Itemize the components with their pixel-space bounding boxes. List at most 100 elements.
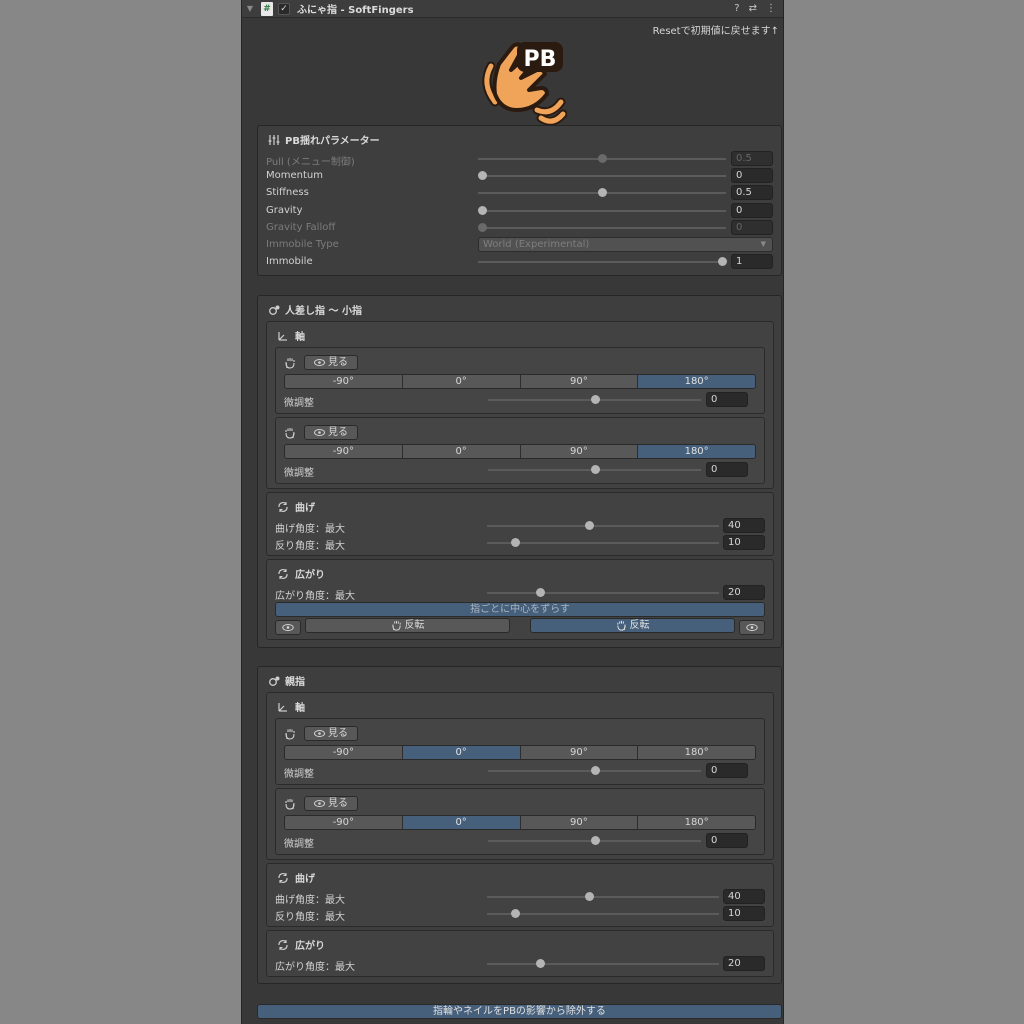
gravity-slider[interactable] [478,206,726,215]
kebab-menu-icon[interactable]: ⋮ [766,3,776,14]
spread-max-slider[interactable] [487,588,719,597]
momentum-field[interactable]: 0 [731,168,773,183]
bend-max-slider[interactable] [487,892,719,901]
hand-icon [285,729,295,740]
pull-slider [478,154,726,163]
fingers-bend-title: 曲げ [295,503,315,514]
axis-selector[interactable]: -90° 0° 90° 180° [284,374,756,389]
immobile-type-value: World (Experimental) [483,239,590,250]
eye-icon [282,624,294,631]
hand-icon [616,620,626,631]
immobile-type-dropdown: World (Experimental) ▼ [478,237,773,252]
axis-option-0[interactable]: 0° [402,816,521,829]
preview-left-button[interactable] [275,620,301,635]
warp-max-slider[interactable] [487,909,719,918]
hand-icon [285,428,295,439]
component-header[interactable]: ▼ # ✓ ふにゃ指 - SoftFingers ? ⇄ ⋮ [242,0,783,18]
bend-max-label: 曲げ角度：最大 [275,895,345,906]
see-button[interactable]: 見る [304,355,358,370]
fine-adjust-field[interactable]: 0 [706,833,748,848]
fingers-spread-title: 広がり [295,570,325,581]
fine-adjust-slider[interactable] [488,395,701,404]
axis-option-180[interactable]: 180° [638,816,755,829]
rotate-icon [278,939,288,950]
fingers-title: 人差し指 〜 小指 [285,306,362,317]
preset-icon[interactable]: ⇄ [749,3,757,14]
spread-max-label: 広がり角度：最大 [275,962,355,973]
exclude-rings-button[interactable]: 指輪やネイルをPBの影響から除外する [257,1004,782,1019]
warp-max-slider[interactable] [487,538,719,547]
axis-selector[interactable]: -90° 0° 90° 180° [284,444,756,459]
eye-icon [314,429,325,436]
axis-option-180[interactable]: 180° [638,445,755,458]
fine-adjust-label: 微調整 [284,468,314,479]
immobile-type-label: Immobile Type [266,239,339,250]
warp-max-field[interactable]: 10 [723,535,765,550]
fine-adjust-slider[interactable] [488,465,701,474]
thumb-hand-left-box: 見る -90° 0° 90° 180° 微調整 0 [275,718,765,785]
axis-option-180[interactable]: 180° [638,746,755,759]
axis-selector[interactable]: -90° 0° 90° 180° [284,815,756,830]
bend-max-field[interactable]: 40 [723,518,765,533]
enable-checkbox[interactable]: ✓ [278,2,290,15]
fold-arrow-icon[interactable]: ▼ [242,4,258,13]
stiffness-field[interactable]: 0.5 [731,185,773,200]
axis-option-0[interactable]: 0° [402,746,521,759]
momentum-slider[interactable] [478,171,726,180]
thumb-spread-title: 広がり [295,941,325,952]
axis-selector[interactable]: -90° 0° 90° 180° [284,745,756,760]
axis-option-minus90[interactable]: -90° [285,746,403,759]
script-icon: # [261,1,273,16]
immobile-slider[interactable] [478,257,727,266]
fine-adjust-field[interactable]: 0 [706,392,748,407]
bend-max-slider[interactable] [487,521,719,530]
stiffness-label: Stiffness [266,187,309,198]
flip-left-button[interactable]: 反転 [305,618,510,633]
see-button[interactable]: 見る [304,425,358,440]
gravity-falloff-field: 0 [731,220,773,235]
thumb-title: 親指 [285,677,305,688]
axis-option-180[interactable]: 180° [638,375,755,388]
reset-hint: Resetで初期値に戻せます↑ [652,26,779,37]
rotate-icon [278,872,288,883]
fine-adjust-slider[interactable] [488,836,701,845]
spread-max-field[interactable]: 20 [723,585,765,600]
pull-label: Pull (メニュー制御) [266,157,355,168]
see-button[interactable]: 見る [304,726,358,741]
help-icon[interactable]: ? [734,3,739,14]
axis-option-0[interactable]: 0° [402,445,521,458]
immobile-label: Immobile [266,256,313,267]
axis-option-minus90[interactable]: -90° [285,375,403,388]
axis-option-90[interactable]: 90° [520,375,639,388]
axis-option-90[interactable]: 90° [520,445,639,458]
spread-max-field[interactable]: 20 [723,956,765,971]
thumb-hand-right-box: 見る -90° 0° 90° 180° 微調整 0 [275,788,765,855]
axis-option-90[interactable]: 90° [520,746,639,759]
shift-center-toggle[interactable]: 指ごとに中心をずらす [275,602,765,617]
fingers-hand-left-box: 見る -90° 0° 90° 180° 微調整 0 [275,347,765,414]
axis-option-90[interactable]: 90° [520,816,639,829]
pb-logo: PB [482,42,567,126]
pull-field: 0.5 [731,151,773,166]
warp-max-field[interactable]: 10 [723,906,765,921]
rotate-icon [278,501,288,512]
spread-max-slider[interactable] [487,959,719,968]
fine-adjust-field[interactable]: 0 [706,462,748,477]
warp-max-label: 反り角度：最大 [275,912,345,923]
fine-adjust-label: 微調整 [284,839,314,850]
immobile-field[interactable]: 1 [731,254,773,269]
axis-option-minus90[interactable]: -90° [285,445,403,458]
bend-max-field[interactable]: 40 [723,889,765,904]
axis-option-0[interactable]: 0° [402,375,521,388]
gravity-field[interactable]: 0 [731,203,773,218]
see-button[interactable]: 見る [304,796,358,811]
preview-right-button[interactable] [739,620,765,635]
see-label: 見る [328,798,348,809]
see-label: 見る [328,427,348,438]
flip-right-button[interactable]: 反転 [530,618,735,633]
fine-adjust-field[interactable]: 0 [706,763,748,778]
axis-option-minus90[interactable]: -90° [285,816,403,829]
fine-adjust-slider[interactable] [488,766,701,775]
axis-icon [278,702,287,712]
stiffness-slider[interactable] [478,188,726,197]
